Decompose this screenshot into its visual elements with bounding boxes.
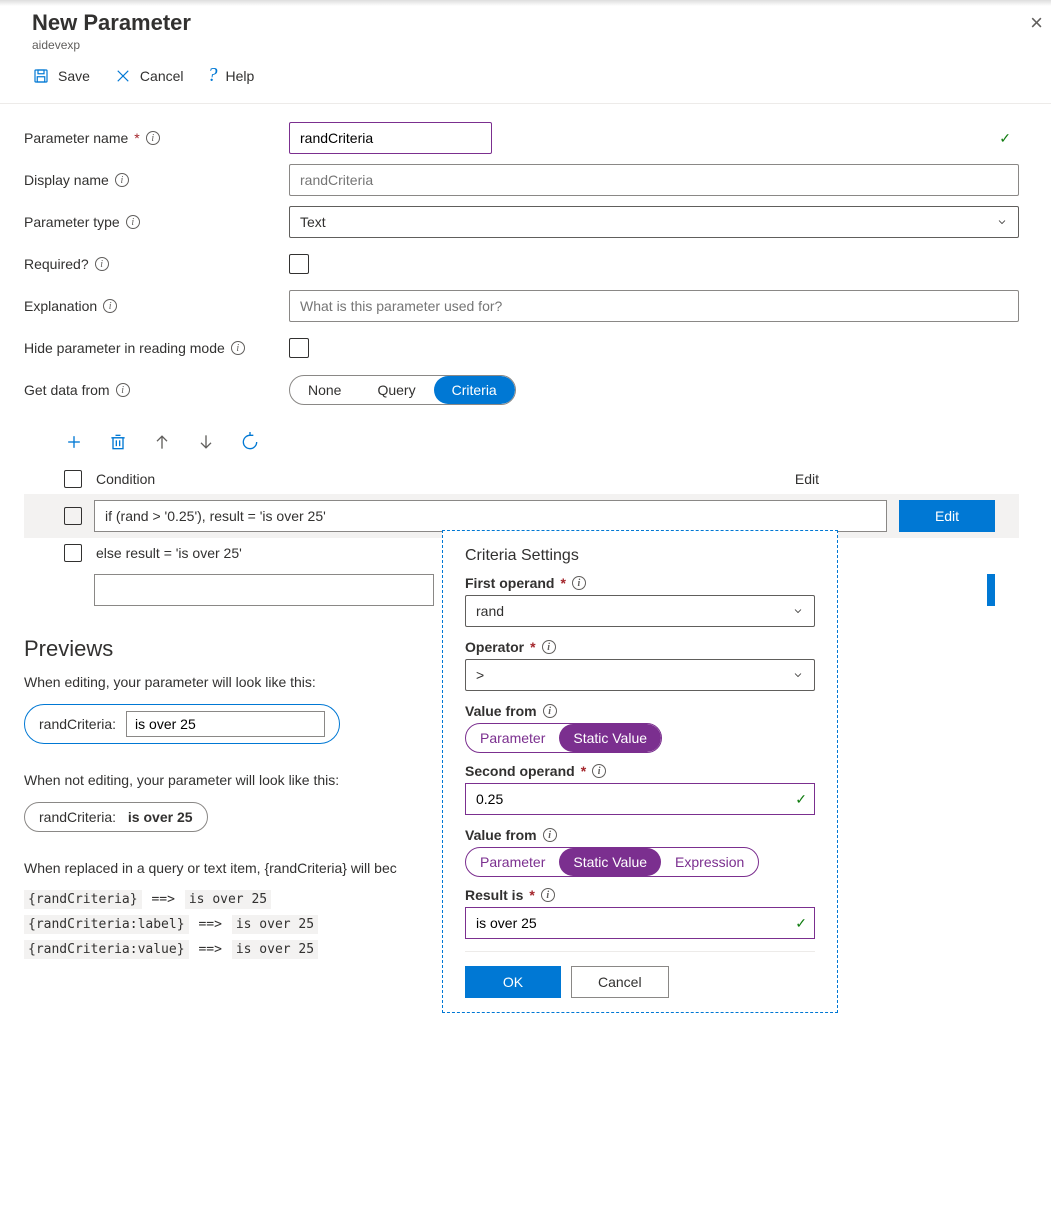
result-is-input[interactable]	[465, 907, 815, 939]
info-icon[interactable]: i	[115, 173, 129, 187]
get-data-toggle: None Query Criteria	[289, 375, 516, 405]
info-icon[interactable]: i	[542, 640, 556, 654]
criteria-settings-popup: Criteria Settings First operand * i rand…	[442, 530, 838, 1013]
trash-icon[interactable]	[108, 432, 128, 452]
info-icon[interactable]: i	[541, 888, 555, 902]
param-type-select[interactable]: Text	[289, 206, 1019, 238]
info-icon[interactable]: i	[231, 341, 245, 355]
question-icon: ?	[208, 64, 218, 87]
info-icon[interactable]: i	[103, 299, 117, 313]
row-checkbox[interactable]	[64, 507, 82, 525]
get-data-label: Get data from	[24, 382, 110, 398]
preview-editing-input[interactable]	[126, 711, 325, 737]
check-icon: ✓	[795, 791, 807, 808]
get-data-none[interactable]: None	[290, 376, 359, 404]
cancel-button[interactable]: Cancel	[571, 966, 669, 998]
required-label: Required?	[24, 256, 89, 272]
chevron-down-icon	[996, 216, 1008, 228]
save-icon	[32, 67, 50, 85]
select-all-checkbox[interactable]	[64, 470, 82, 488]
second-operand-input[interactable]	[465, 783, 815, 815]
info-icon[interactable]: i	[543, 828, 557, 842]
hide-label: Hide parameter in reading mode	[24, 340, 225, 356]
info-icon[interactable]: i	[116, 383, 130, 397]
info-icon[interactable]: i	[543, 704, 557, 718]
condition-input-empty[interactable]	[94, 574, 434, 606]
preview-editing: randCriteria:	[24, 704, 340, 744]
refresh-icon[interactable]	[240, 432, 260, 452]
chevron-down-icon	[792, 605, 804, 617]
value-from-toggle-1: Parameter Static Value	[465, 723, 662, 753]
display-name-input[interactable]	[289, 164, 1019, 196]
info-icon[interactable]: i	[126, 215, 140, 229]
get-data-query[interactable]: Query	[359, 376, 433, 404]
code-token: {randCriteria:label}	[24, 915, 189, 934]
row-checkbox[interactable]	[64, 544, 82, 562]
param-name-input[interactable]	[289, 122, 492, 154]
code-value: is over 25	[232, 915, 318, 934]
seg-static[interactable]: Static Value	[559, 848, 661, 876]
display-name-label: Display name	[24, 172, 109, 188]
check-icon: ✓	[999, 130, 1011, 147]
arrow-up-icon[interactable]	[152, 432, 172, 452]
info-icon[interactable]: i	[95, 257, 109, 271]
code-value: is over 25	[185, 890, 271, 909]
page-title: New Parameter	[32, 10, 1019, 36]
code-value: is over 25	[232, 940, 318, 959]
hide-checkbox[interactable]	[289, 338, 309, 358]
check-icon: ✓	[795, 915, 807, 932]
first-operand-select[interactable]: rand	[465, 595, 815, 627]
value-from-toggle-2: Parameter Static Value Expression	[465, 847, 759, 877]
param-type-label: Parameter type	[24, 214, 120, 230]
ok-button[interactable]: OK	[465, 966, 561, 998]
seg-expression[interactable]: Expression	[661, 848, 758, 876]
page-subtitle: aidevexp	[32, 38, 1019, 52]
edit-button[interactable]: Edit	[899, 500, 995, 532]
plus-icon[interactable]	[64, 432, 84, 452]
x-icon	[114, 67, 132, 85]
seg-parameter[interactable]: Parameter	[466, 848, 559, 876]
operator-select[interactable]: >	[465, 659, 815, 691]
help-button[interactable]: ? Help	[208, 64, 255, 87]
info-icon[interactable]: i	[592, 764, 606, 778]
code-token: {randCriteria}	[24, 890, 142, 909]
close-icon[interactable]: ×	[1030, 10, 1043, 36]
explanation-label: Explanation	[24, 298, 97, 314]
required-checkbox[interactable]	[289, 254, 309, 274]
seg-parameter[interactable]: Parameter	[466, 724, 559, 752]
seg-static[interactable]: Static Value	[559, 724, 661, 752]
code-token: {randCriteria:value}	[24, 940, 189, 959]
arrow-down-icon[interactable]	[196, 432, 216, 452]
preview-readonly: randCriteria: is over 25	[24, 802, 208, 832]
param-name-label: Parameter name	[24, 130, 128, 146]
popup-title: Criteria Settings	[465, 547, 815, 565]
chevron-down-icon	[792, 669, 804, 681]
info-icon[interactable]: i	[146, 131, 160, 145]
info-icon[interactable]: i	[572, 576, 586, 590]
condition-input[interactable]	[94, 500, 887, 532]
cancel-button[interactable]: Cancel	[114, 67, 184, 85]
edit-header: Edit	[795, 471, 819, 487]
get-data-criteria[interactable]: Criteria	[434, 376, 515, 404]
save-button[interactable]: Save	[32, 67, 90, 85]
condition-header: Condition	[96, 471, 155, 487]
explanation-input[interactable]	[289, 290, 1019, 322]
